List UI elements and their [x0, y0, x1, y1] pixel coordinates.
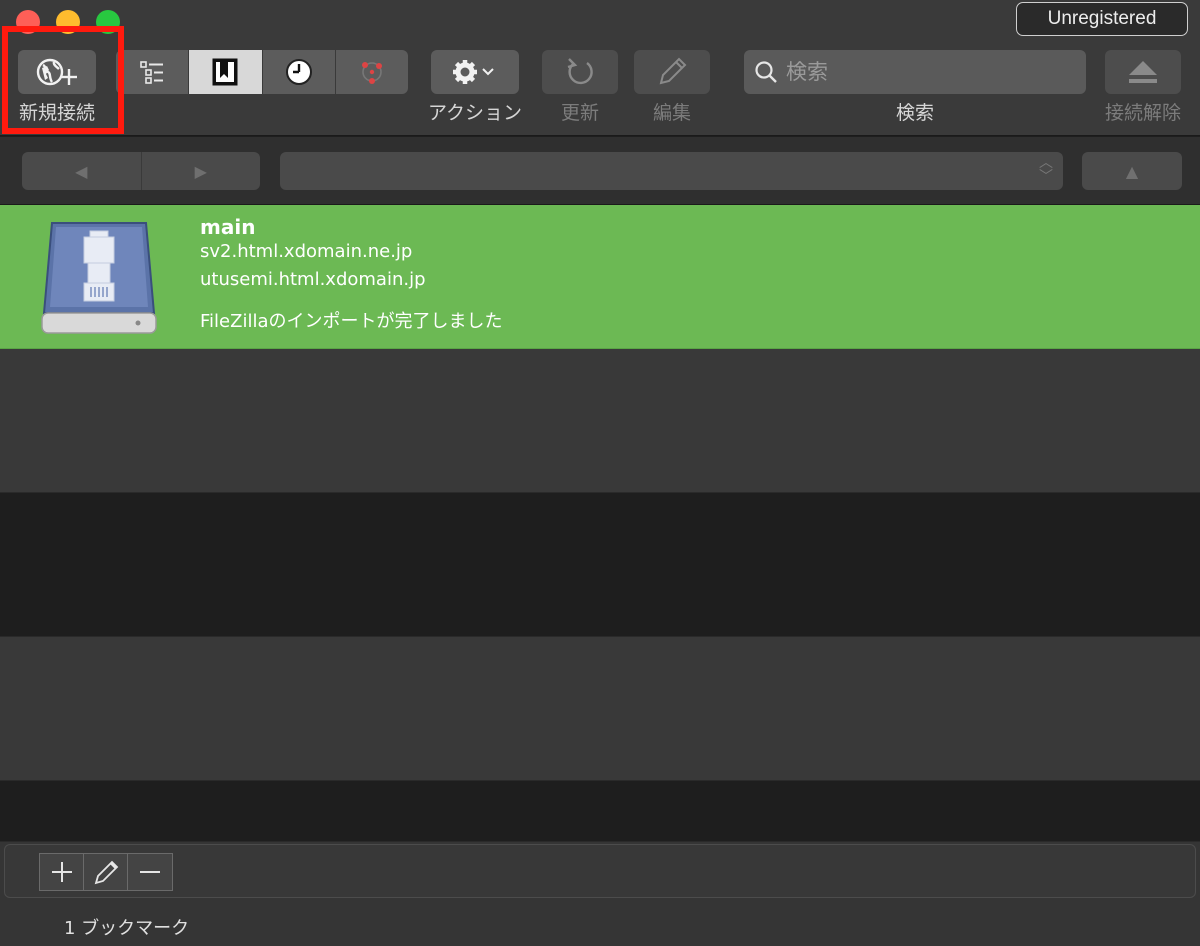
edit-button[interactable]	[634, 50, 710, 94]
bookmark-comment: FileZillaのインポートが完了しました	[200, 311, 503, 332]
bookmark-actions-box	[4, 844, 1196, 898]
empty-row	[0, 637, 1200, 781]
outline-view-icon	[140, 61, 164, 84]
minus-icon	[140, 871, 160, 873]
view-segmented-control	[116, 50, 408, 94]
new-connection-button[interactable]	[18, 50, 96, 94]
globe-plus-icon	[36, 58, 77, 86]
action-menu-button[interactable]	[431, 50, 519, 94]
parent-directory-button[interactable]: ▲	[1082, 152, 1182, 190]
pencil-icon	[659, 57, 687, 85]
remove-bookmark-button[interactable]	[128, 854, 172, 890]
bookmarks-icon	[212, 58, 238, 86]
eject-icon	[1129, 61, 1157, 83]
bookmark-list: main sv2.html.xdomain.ne.jp utusemi.html…	[0, 205, 1200, 842]
up-triangle-icon: ▲	[1125, 161, 1139, 181]
toolbar: Unregistered 新規接続 アクション 更新 編集 検索 検索 接続解除	[0, 0, 1200, 136]
refresh-button[interactable]	[542, 50, 618, 94]
gear-icon	[453, 60, 494, 84]
search-input[interactable]	[786, 60, 1066, 84]
bonjour-view-tab[interactable]	[336, 50, 408, 94]
updown-chevron-icon: ︿ ﹀	[1039, 155, 1053, 185]
left-triangle-icon: ◀	[75, 161, 88, 181]
disconnect-button[interactable]	[1105, 50, 1181, 94]
history-view-tab[interactable]	[263, 50, 336, 94]
bookmark-row[interactable]: main sv2.html.xdomain.ne.jp utusemi.html…	[0, 205, 1200, 349]
bonjour-icon	[361, 62, 382, 84]
refresh-label: 更新	[560, 102, 599, 124]
bookmark-button-strip	[39, 853, 173, 891]
search-icon	[755, 61, 777, 83]
bookmark-name: main	[200, 215, 256, 239]
forward-button[interactable]: ▶	[142, 152, 261, 190]
network-drive-icon	[41, 222, 157, 334]
search-field[interactable]	[744, 50, 1086, 94]
bookmark-count: 1 ブックマーク	[64, 918, 190, 939]
pencil-icon	[94, 860, 118, 885]
zoom-window-button[interactable]	[96, 10, 120, 34]
disconnect-label: 接続解除	[1104, 102, 1181, 124]
plus-icon	[51, 862, 72, 882]
edit-bookmark-button[interactable]	[84, 854, 128, 890]
back-forward-control: ◀ ▶	[22, 152, 260, 190]
empty-row	[0, 349, 1200, 493]
minimize-window-button[interactable]	[56, 10, 80, 34]
back-button[interactable]: ◀	[22, 152, 142, 190]
bottom-bar: 1 ブックマーク	[0, 842, 1200, 946]
navigation-bar: ◀ ▶ ︿ ﹀ ▲	[0, 137, 1200, 205]
search-label: 検索	[895, 102, 934, 124]
path-selector[interactable]: ︿ ﹀	[280, 152, 1063, 190]
empty-row	[0, 781, 1200, 842]
history-icon	[285, 59, 312, 85]
close-window-button[interactable]	[16, 10, 40, 34]
action-label: アクション	[427, 102, 523, 124]
bookmark-nickname: utusemi.html.xdomain.jp	[200, 269, 426, 290]
right-triangle-icon: ▶	[194, 161, 207, 181]
edit-label: 編集	[652, 102, 691, 124]
empty-row	[0, 493, 1200, 637]
new-connection-label: 新規接続	[18, 102, 95, 124]
bookmark-host: sv2.html.xdomain.ne.jp	[200, 241, 413, 262]
add-bookmark-button[interactable]	[40, 854, 84, 890]
bookmarks-view-tab[interactable]	[189, 50, 263, 94]
outline-view-tab[interactable]	[116, 50, 190, 94]
refresh-icon	[567, 58, 593, 85]
unregistered-badge[interactable]: Unregistered	[1016, 2, 1188, 36]
